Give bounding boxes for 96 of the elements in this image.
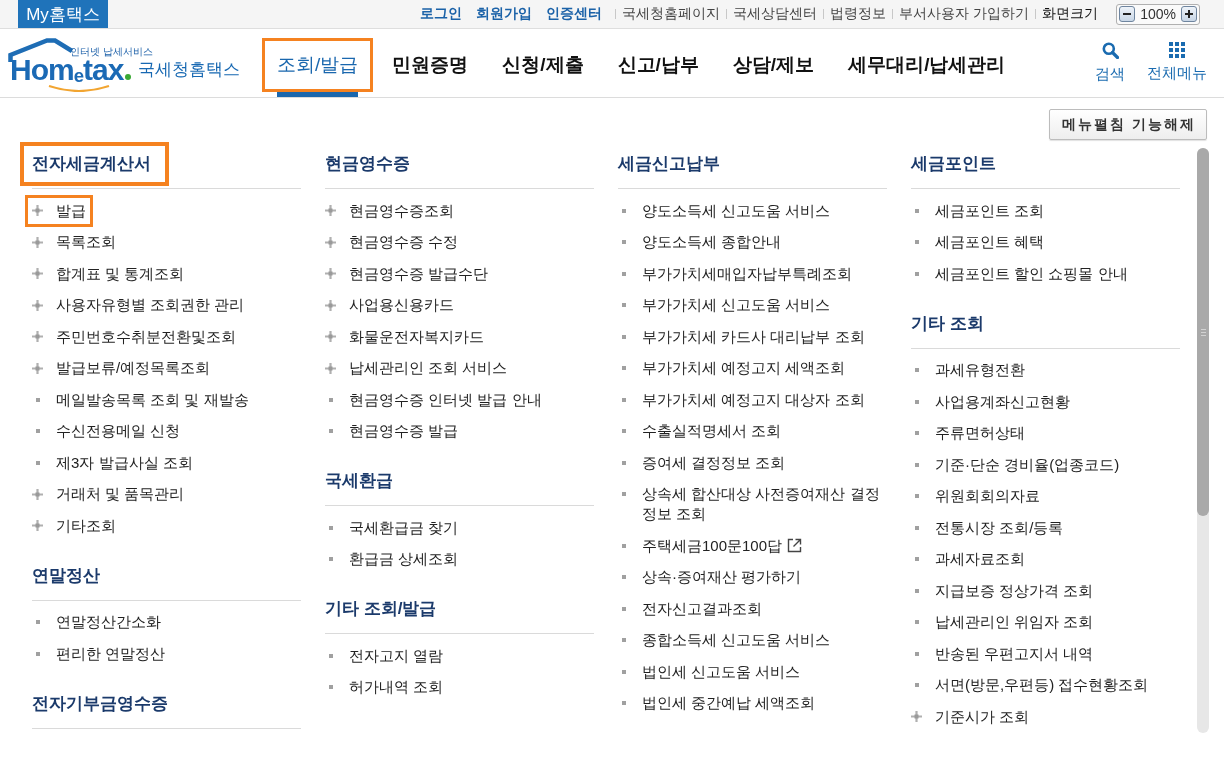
- section-heading: 연말정산: [31, 564, 101, 587]
- menu-link[interactable]: 양도소득세 종합안내: [611, 226, 789, 258]
- my-hometax-tab[interactable]: My홈택스: [18, 0, 108, 28]
- menu-link[interactable]: 수출실적명세서 조회: [611, 415, 789, 447]
- menu-link[interactable]: 수신전용메일 신청: [25, 415, 188, 447]
- menu-link[interactable]: 주민번호수취분전환및조회: [25, 321, 243, 353]
- menu-link[interactable]: 반송된 우편고지서 내역: [904, 638, 1101, 670]
- grid-menu-icon: [1169, 42, 1185, 58]
- nav-tab[interactable]: 신청/제출: [487, 38, 599, 92]
- menu-link[interactable]: 세금포인트 혜택: [904, 226, 1052, 258]
- dot-icon: [125, 74, 132, 80]
- menu-link[interactable]: 사업용계좌신고현황: [904, 386, 1077, 418]
- site-link[interactable]: 법령정보: [830, 5, 887, 23]
- menu-link[interactable]: 부가가치세 카드사 대리납부 조회: [611, 321, 872, 353]
- zoom-out-button[interactable]: [1119, 6, 1136, 22]
- minus-icon: [1123, 13, 1132, 15]
- menu-link[interactable]: 현금영수증 발급수단: [318, 258, 496, 290]
- menu-link[interactable]: 상속세 합산대상 사전증여재산 결정정보 조회: [611, 478, 887, 530]
- menu-link[interactable]: 과세자료조회: [904, 543, 1032, 575]
- menu-link[interactable]: 법인세 신고도움 서비스: [611, 656, 808, 688]
- menu-link[interactable]: 납세관리인 조회 서비스: [318, 352, 515, 384]
- menu-link[interactable]: 납세관리인 위임자 조회: [904, 606, 1101, 638]
- menu-link[interactable]: 편리한 연말정산: [25, 638, 173, 670]
- menu-link[interactable]: 전자고지 열람: [318, 640, 451, 672]
- menu-link[interactable]: 연말정산간소화: [25, 606, 168, 638]
- site-link[interactable]: 국세상담센터: [733, 5, 818, 23]
- menu-link[interactable]: 환급금 상세조회: [318, 543, 466, 575]
- menu-link[interactable]: 거래처 및 품목관리: [25, 478, 192, 510]
- menu-link[interactable]: 기준·단순 경비율(업종코드): [904, 449, 1127, 481]
- section-heading: 현금영수증: [324, 153, 411, 175]
- menu-link[interactable]: 현금영수증 인터넷 발급 안내: [318, 384, 549, 416]
- section-heading: 전자세금계산서: [20, 142, 169, 186]
- menu-link[interactable]: 위원회회의자료: [904, 480, 1047, 512]
- menu-link[interactable]: 전통시장 조회/등록: [904, 512, 1071, 544]
- menu-link[interactable]: 증여세 결정정보 조회: [611, 447, 793, 479]
- site-link[interactable]: 부서사용자 가입하기: [899, 5, 1030, 23]
- menu-link[interactable]: 현금영수증 수정: [318, 226, 466, 258]
- plus-icon: [1185, 10, 1193, 18]
- menu-link[interactable]: 전자신고결과조회: [611, 593, 769, 625]
- menu-link[interactable]: 서면(방문,우편등) 접수현황조회: [904, 669, 1156, 701]
- nav-tab[interactable]: 민원증명: [377, 38, 484, 92]
- menu-link[interactable]: 발급보류/예정목록조회: [25, 352, 218, 384]
- menu-link[interactable]: 기준시가 조회: [904, 701, 1037, 733]
- menu-link[interactable]: 현금영수증 발급: [318, 415, 466, 447]
- menu-link[interactable]: 상속·증여재산 평가하기: [611, 561, 809, 593]
- menu-link[interactable]: 과세유형전환: [904, 354, 1032, 386]
- menu-toggle-button[interactable]: 메뉴펼침 기능해제: [1049, 109, 1207, 140]
- search-icon: [1101, 42, 1119, 59]
- menu-link[interactable]: 양도소득세 신고도움 서비스: [611, 195, 838, 227]
- menu-link[interactable]: 지급보증 정상가격 조회: [904, 575, 1101, 607]
- section-heading: 세금포인트: [910, 153, 997, 175]
- menu-link[interactable]: 종합소득세 신고도움 서비스: [611, 624, 838, 656]
- account-link[interactable]: 인증센터: [546, 5, 603, 23]
- menu-link[interactable]: 국세환급금 찾기: [318, 512, 466, 544]
- scrollbar-thumb[interactable]: [1197, 148, 1209, 516]
- zoom-level: 100%: [1140, 6, 1176, 22]
- menu-link[interactable]: 사업용신용카드: [318, 289, 461, 321]
- account-link[interactable]: 로그인: [420, 5, 463, 23]
- menu-link[interactable]: 허가내역 조회: [318, 671, 451, 703]
- menu-link[interactable]: 목록조회: [25, 226, 123, 258]
- menu-link[interactable]: 부가가치세매입자납부특례조회: [611, 258, 859, 290]
- scrollbar[interactable]: [1197, 148, 1209, 733]
- zoom-label: 화면크기: [1042, 5, 1099, 23]
- swoosh-icon: [48, 85, 110, 92]
- menu-link[interactable]: 부가가치세 신고도움 서비스: [611, 289, 838, 321]
- menu-link[interactable]: 메일발송목록 조회 및 재발송: [25, 384, 256, 416]
- section-heading: 기타 조회/발급: [324, 598, 438, 620]
- menu-link[interactable]: 기타조회: [25, 510, 123, 542]
- menu-link[interactable]: 화물운전자복지카드: [318, 321, 491, 353]
- menu-link[interactable]: 세금포인트 할인 쇼핑몰 안내: [904, 258, 1135, 290]
- menu-link[interactable]: 현금영수증조회: [318, 195, 461, 227]
- menu-link[interactable]: 부가가치세 예정고지 대상자 조회: [611, 384, 872, 416]
- menu-link[interactable]: 발급: [25, 195, 93, 227]
- menu-link[interactable]: 세금포인트 조회: [904, 195, 1052, 227]
- section-heading: 세금신고납부: [617, 153, 721, 175]
- menu-link[interactable]: 법인세 중간예납 세액조회: [611, 687, 823, 719]
- section-heading: 국세환급: [324, 470, 394, 492]
- site-link[interactable]: 국세청홈페이지: [622, 5, 721, 23]
- logo-name: 국세청홈택스: [138, 59, 241, 80]
- nav-tab[interactable]: 조회/발급: [262, 38, 374, 92]
- nav-tab[interactable]: 상담/제보: [717, 38, 830, 92]
- all-menu-button[interactable]: 전체메뉴: [1147, 42, 1207, 84]
- nav-tab[interactable]: 신고/납부: [602, 38, 714, 92]
- menu-link[interactable]: 제3자 발급사실 조회: [25, 447, 200, 479]
- nav-tab[interactable]: 세무대리/납세관리: [833, 38, 1021, 92]
- search-button[interactable]: 검색: [1095, 42, 1125, 84]
- menu-link[interactable]: 부가가치세 예정고지 세액조회: [611, 352, 853, 384]
- section-heading: 기타 조회: [910, 312, 985, 335]
- account-link[interactable]: 회원가입: [476, 5, 533, 23]
- zoom-in-button[interactable]: [1181, 6, 1197, 22]
- menu-link[interactable]: 주류면허상태: [904, 417, 1032, 449]
- menu-link[interactable]: 주택세금100문100답: [611, 530, 810, 562]
- logo-tagline: 인터넷 납세서비스: [70, 46, 153, 58]
- section-heading: 전자기부금영수증: [31, 692, 169, 715]
- menu-link[interactable]: 합계표 및 통계조회: [25, 258, 192, 290]
- menu-link[interactable]: 사용자유형별 조회권한 관리: [25, 289, 252, 321]
